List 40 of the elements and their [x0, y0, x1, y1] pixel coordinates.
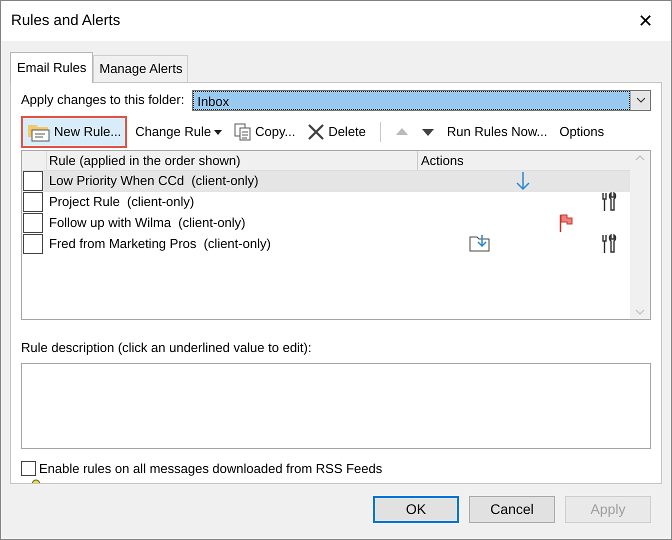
- options-button[interactable]: Options: [555, 119, 608, 145]
- rule-name[interactable]: Follow up with Wilma (client-only): [47, 213, 418, 233]
- folder-label: Apply changes to this folder:: [21, 91, 184, 110]
- folder-mail-icon: [27, 122, 51, 142]
- dialog-button[interactable]: Cancel: [469, 496, 555, 523]
- rule-name[interactable]: Fred from Marketing Pros (client-only): [47, 234, 418, 254]
- run-rules-button[interactable]: Run Rules Now...: [442, 119, 552, 145]
- delete-button[interactable]: Delete: [303, 119, 370, 145]
- flag-icon: [558, 214, 572, 232]
- tab[interactable]: Email Rules: [10, 52, 94, 82]
- selected-row[interactable]: Low Priority When CCd (client-only): [22, 170, 630, 192]
- folder-dropdown[interactable]: Inbox: [192, 90, 651, 110]
- close-button[interactable]: ✕: [632, 8, 659, 34]
- tools-icon: [600, 234, 618, 254]
- checkbox[interactable]: [23, 192, 43, 212]
- checkbox[interactable]: [23, 213, 43, 233]
- column-header[interactable]: Actions: [418, 150, 630, 170]
- column-header[interactable]: Rule (applied in the order shown): [47, 150, 418, 170]
- checkbox[interactable]: [21, 461, 36, 476]
- rule-name[interactable]: Low Priority When CCd (client-only): [47, 171, 418, 191]
- description-label: Rule description (click an underlined value to edit):: [21, 338, 312, 357]
- lightbulb-icon: [31, 478, 41, 483]
- change-rule-button[interactable]: Change Rule: [131, 119, 226, 145]
- window-title: Rules and Alerts: [11, 10, 120, 31]
- copy-button[interactable]: Copy...: [230, 119, 300, 145]
- tab[interactable]: Manage Alerts: [93, 55, 188, 82]
- new-rule-button[interactable]: New Rule...: [21, 116, 128, 148]
- folder-move-icon: [468, 234, 490, 252]
- checkbox-label[interactable]: Enable rules on all messages downloaded from RSS Feeds: [39, 459, 382, 478]
- dialog-button[interactable]: OK: [373, 496, 459, 523]
- down-arrow-icon: [516, 171, 530, 191]
- copy-icon: [234, 123, 252, 141]
- chevron-down-icon: [636, 97, 646, 103]
- checkbox[interactable]: [23, 234, 43, 254]
- rule-name[interactable]: Project Rule (client-only): [47, 192, 418, 212]
- move-down-icon[interactable]: [420, 127, 435, 137]
- delete-icon: [307, 123, 326, 141]
- checkbox[interactable]: [23, 171, 43, 191]
- caret-icon: [214, 130, 222, 134]
- tools-icon: [600, 192, 618, 212]
